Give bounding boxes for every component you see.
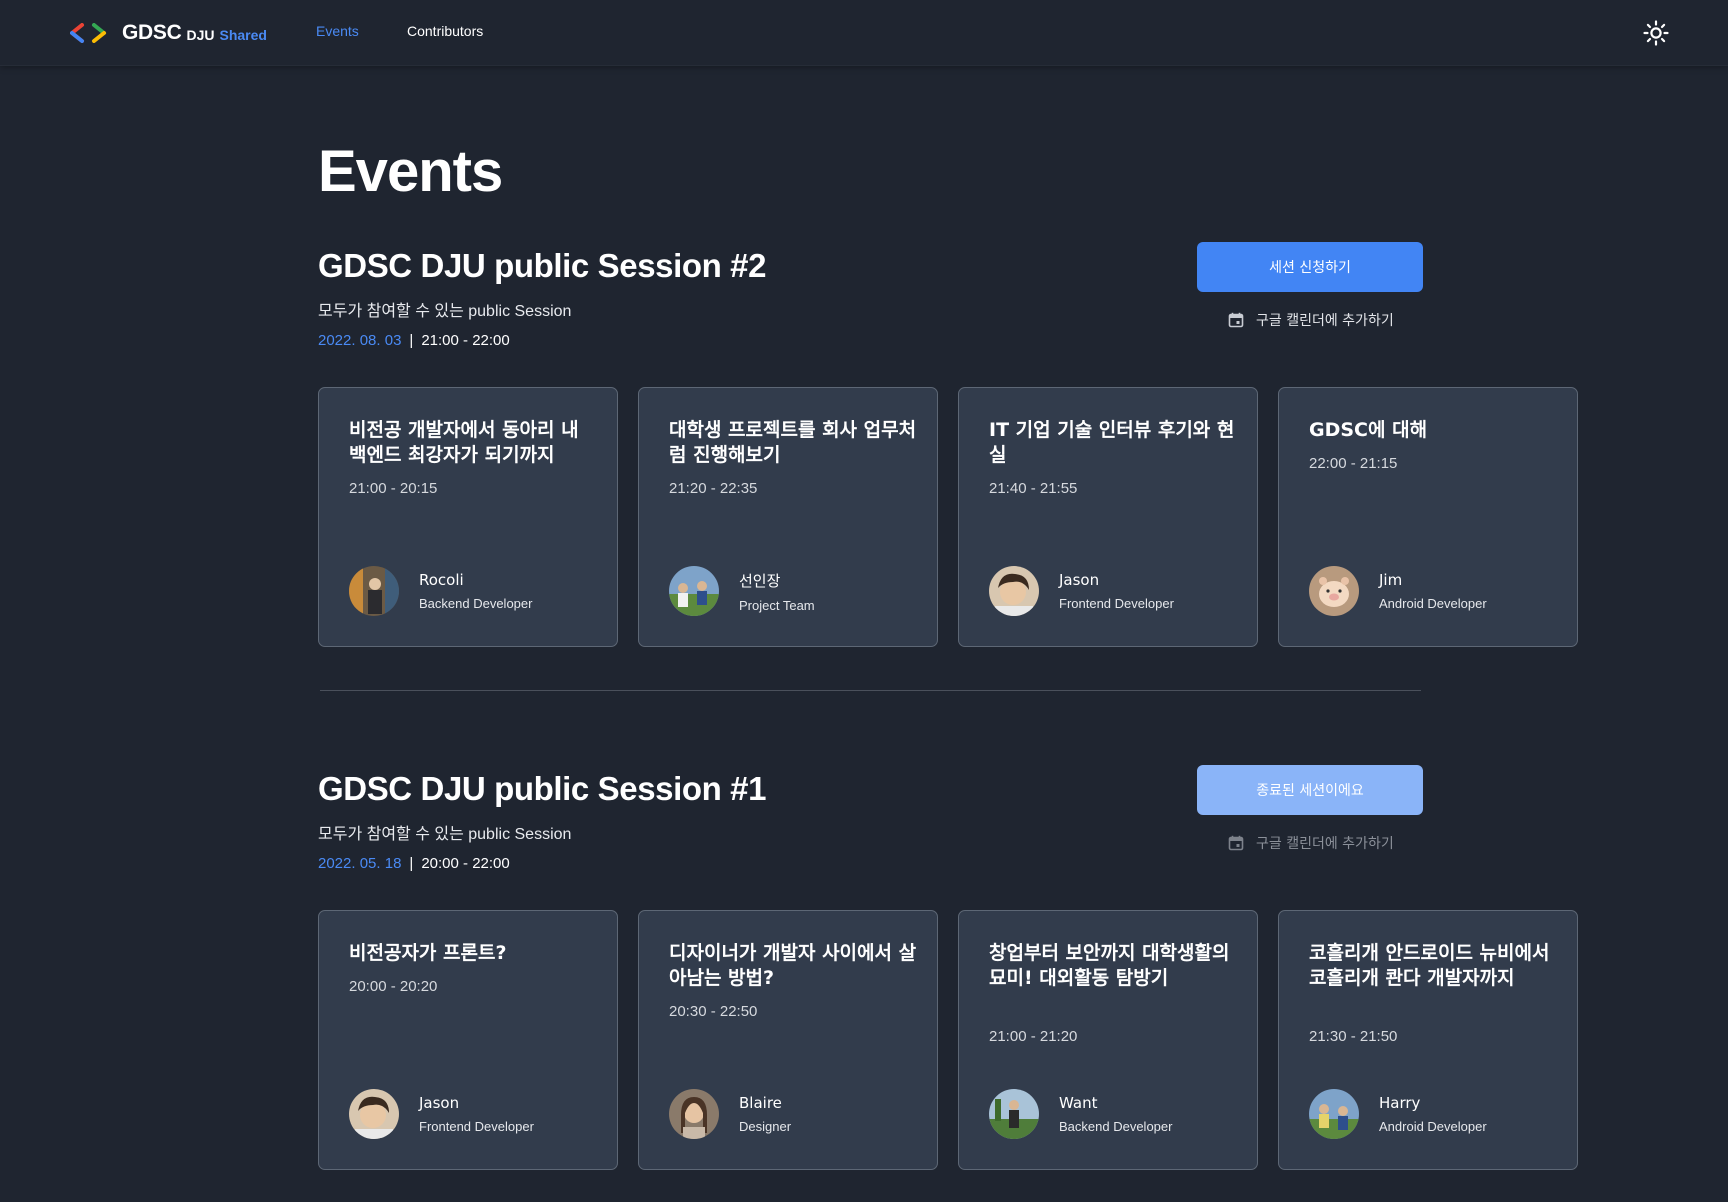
avatar-seoninjang [669, 566, 719, 616]
talk-card-list: 비전공 개발자에서 동아리 내 백엔드 최강자가 되기까지 21:00 - 20… [318, 387, 1580, 647]
talk-time: 20:30 - 22:50 [669, 1003, 758, 1020]
speaker-avatar [1309, 566, 1359, 616]
avatar-jim [1309, 566, 1359, 616]
talk-time: 21:00 - 21:20 [989, 1028, 1078, 1045]
speaker-avatar [669, 566, 719, 616]
speaker-role: Android Developer [1379, 596, 1487, 611]
session-divider [320, 690, 1421, 691]
avatar-want [989, 1089, 1039, 1139]
logo-brand-text: GDSC [122, 21, 182, 44]
speaker-info: Jason Frontend Developer [349, 1089, 534, 1139]
talk-card[interactable]: 비전공 개발자에서 동아리 내 백엔드 최강자가 되기까지 21:00 - 20… [318, 387, 618, 647]
speaker-role: Designer [739, 1119, 792, 1134]
talk-card[interactable]: 창업부터 보안까지 대학생활의 묘미! 대외활동 탐방기 21:00 - 21:… [958, 910, 1258, 1170]
calendar-link-label: 구글 캘린더에 추가하기 [1256, 313, 1394, 329]
talk-time: 21:30 - 21:50 [1309, 1028, 1398, 1045]
calendar-icon [1228, 835, 1244, 851]
speaker-name: Blaire [739, 1094, 782, 1112]
speaker-avatar [349, 1089, 399, 1139]
talk-card[interactable]: 비전공자가 프론트? 20:00 - 20:20 Jason Frontend … [318, 910, 618, 1170]
speaker-info: Jim Android Developer [1309, 566, 1487, 616]
nav-link-contributors[interactable]: Contributors [407, 23, 483, 39]
session-description: 모두가 참여할 수 있는 public Session [318, 826, 572, 843]
speaker-name: Want [1059, 1094, 1098, 1112]
session-title: GDSC DJU public Session #2 [318, 247, 767, 284]
talk-time: 21:40 - 21:55 [989, 480, 1078, 497]
speaker-name: Jim [1379, 571, 1403, 589]
speaker-role: Backend Developer [1059, 1119, 1173, 1134]
talk-title: IT 기업 기술 인터뷰 후기와 현실 [989, 419, 1235, 466]
session-description: 모두가 참여할 수 있는 public Session [318, 303, 572, 320]
talk-time: 20:00 - 20:20 [349, 978, 438, 995]
speaker-info: Jason Frontend Developer [989, 566, 1174, 616]
talk-card[interactable]: 코흘리개 안드로이드 뉴비에서 코흘리개 콴다 개발자까지 21:30 - 21… [1278, 910, 1578, 1170]
talk-time: 21:00 - 20:15 [349, 480, 438, 497]
gdsc-logo-icon [70, 23, 106, 43]
session-date: 2022. 05. 18 [318, 855, 402, 872]
nav-link-events[interactable]: Events [316, 23, 359, 39]
talk-card[interactable]: 디자이너가 개발자 사이에서 살아남는 방법? 20:30 - 22:50 Bl… [638, 910, 938, 1170]
session-datetime: 2022. 05. 18 | 20:00 - 22:00 [318, 855, 510, 872]
talk-card[interactable]: GDSC에 대해 22:00 - 21:15 Jim Android Devel… [1278, 387, 1578, 647]
speaker-avatar [989, 1089, 1039, 1139]
talk-title: GDSC에 대해 [1309, 419, 1428, 441]
session-time: 20:00 - 22:00 [421, 855, 510, 872]
logo-tag-text: Shared [219, 26, 267, 43]
speaker-name: 선인장 [739, 571, 781, 590]
speaker-role: Frontend Developer [419, 1119, 534, 1134]
speaker-avatar [669, 1089, 719, 1139]
register-session-button[interactable]: 세션 신청하기 [1197, 242, 1423, 292]
talk-card[interactable]: 대학생 프로젝트를 회사 업무처럼 진행해보기 21:20 - 22:35 선인… [638, 387, 938, 647]
speaker-avatar [1309, 1089, 1359, 1139]
calendar-link-label: 구글 캘린더에 추가하기 [1256, 836, 1394, 852]
add-to-google-calendar-link[interactable]: 구글 캘린더에 추가하기 [1228, 310, 1394, 330]
session-date-separator: | [409, 332, 414, 349]
speaker-avatar [989, 566, 1039, 616]
add-to-google-calendar-link[interactable]: 구글 캘린더에 추가하기 [1228, 833, 1394, 853]
speaker-info: Rocoli Backend Developer [349, 566, 532, 616]
talk-title: 코흘리개 안드로이드 뉴비에서 코흘리개 콴다 개발자까지 [1309, 942, 1550, 989]
avatar-jason [349, 1089, 399, 1139]
speaker-role: Backend Developer [419, 596, 533, 611]
speaker-info: Blaire Designer [669, 1089, 791, 1139]
speaker-info: Want Backend Developer [989, 1089, 1172, 1139]
logo-org-text: DJU [186, 26, 215, 43]
talk-title: 창업부터 보안까지 대학생활의 묘미! 대외활동 탐방기 [989, 942, 1230, 989]
talk-title: 비전공 개발자에서 동아리 내 백엔드 최강자가 되기까지 [349, 419, 579, 466]
speaker-name: Rocoli [419, 571, 464, 589]
speaker-info: Harry Android Developer [1309, 1089, 1487, 1139]
speaker-role: Frontend Developer [1059, 596, 1174, 611]
speaker-role: Project Team [739, 597, 815, 613]
talk-time: 21:20 - 22:35 [669, 480, 758, 497]
talk-title: 대학생 프로젝트를 회사 업무처럼 진행해보기 [669, 419, 917, 466]
talk-card[interactable]: IT 기업 기술 인터뷰 후기와 현실 21:40 - 21:55 Jason … [958, 387, 1258, 647]
speaker-name: Harry [1379, 1094, 1421, 1112]
speaker-avatar [349, 566, 399, 616]
talk-card-list: 비전공자가 프론트? 20:00 - 20:20 Jason Frontend … [318, 910, 1580, 1170]
talk-title: 비전공자가 프론트? [349, 942, 507, 964]
session-datetime: 2022. 08. 03 | 21:00 - 22:00 [318, 332, 510, 349]
session-date-separator: | [409, 855, 414, 872]
session-title: GDSC DJU public Session #1 [318, 770, 767, 807]
speaker-name: Jason [1059, 571, 1100, 589]
talk-time: 22:00 - 21:15 [1309, 455, 1398, 472]
session-date: 2022. 08. 03 [318, 332, 402, 349]
avatar-rocoli [349, 566, 399, 616]
top-nav-bar: GDSC DJU Shared Events Contributors [0, 0, 1728, 66]
page-title: Events [318, 139, 503, 204]
sun-icon[interactable] [1643, 20, 1669, 46]
session-time: 21:00 - 22:00 [421, 332, 510, 349]
avatar-blaire [669, 1089, 719, 1139]
calendar-icon [1228, 312, 1244, 328]
talk-title: 디자이너가 개발자 사이에서 살아남는 방법? [669, 942, 917, 989]
avatar-harry [1309, 1089, 1359, 1139]
session-ended-button[interactable]: 종료된 세션이에요 [1197, 765, 1423, 815]
avatar-jason [989, 566, 1039, 616]
speaker-role: Android Developer [1379, 1119, 1487, 1134]
speaker-info: 선인장 Project Team [669, 566, 815, 616]
site-logo[interactable]: GDSC DJU Shared [70, 20, 267, 46]
speaker-name: Jason [419, 1094, 460, 1112]
